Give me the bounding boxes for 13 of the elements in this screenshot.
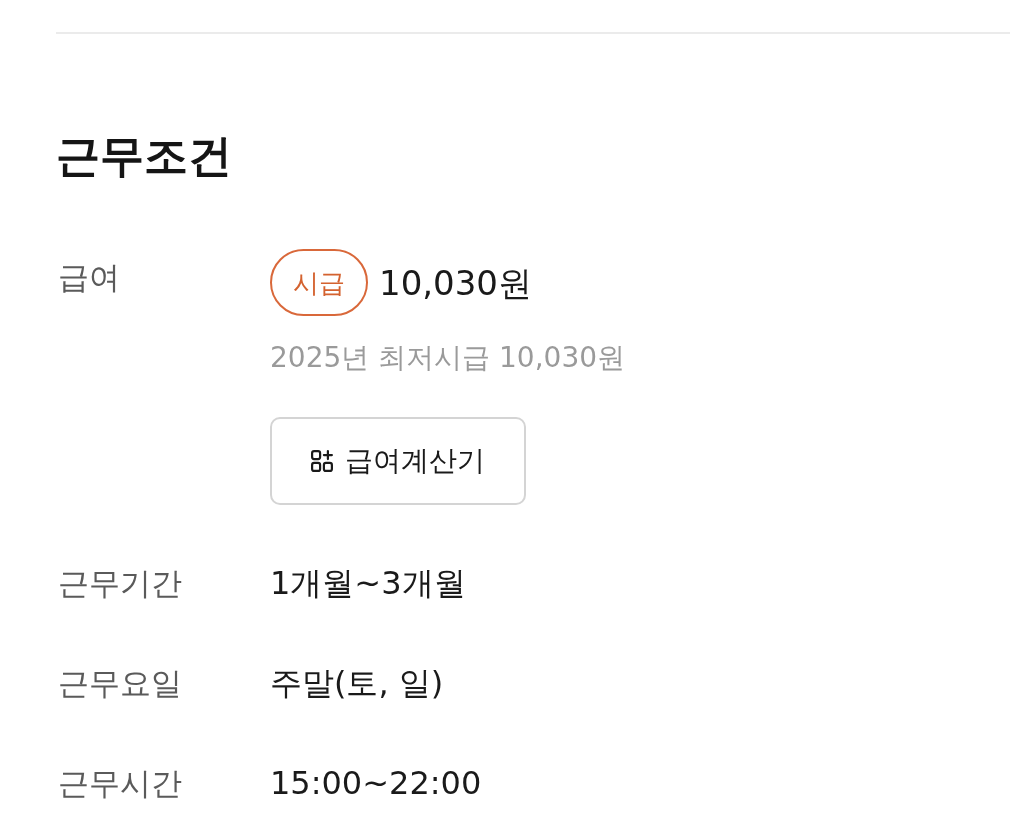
minimum-wage-note: 2025년 최저시급 10,030원 bbox=[270, 340, 626, 376]
section-title: 근무조건 bbox=[56, 129, 232, 183]
row-value: 1개월~3개월 bbox=[270, 563, 466, 604]
row-label: 근무기간 bbox=[58, 565, 182, 601]
row-label: 급여 bbox=[58, 259, 120, 295]
row-label: 근무시간 bbox=[58, 765, 182, 801]
pay-type-tag: 시급 bbox=[270, 249, 368, 316]
row-value: 주말(토, 일) bbox=[270, 663, 444, 704]
salary-amount: 10,030원 bbox=[379, 261, 532, 305]
apps-plus-icon bbox=[311, 450, 333, 472]
row-value: 15:00~22:00 bbox=[270, 763, 482, 804]
salary-calculator-button[interactable]: 급여계산기 bbox=[270, 417, 526, 505]
row-label: 근무요일 bbox=[58, 665, 182, 701]
